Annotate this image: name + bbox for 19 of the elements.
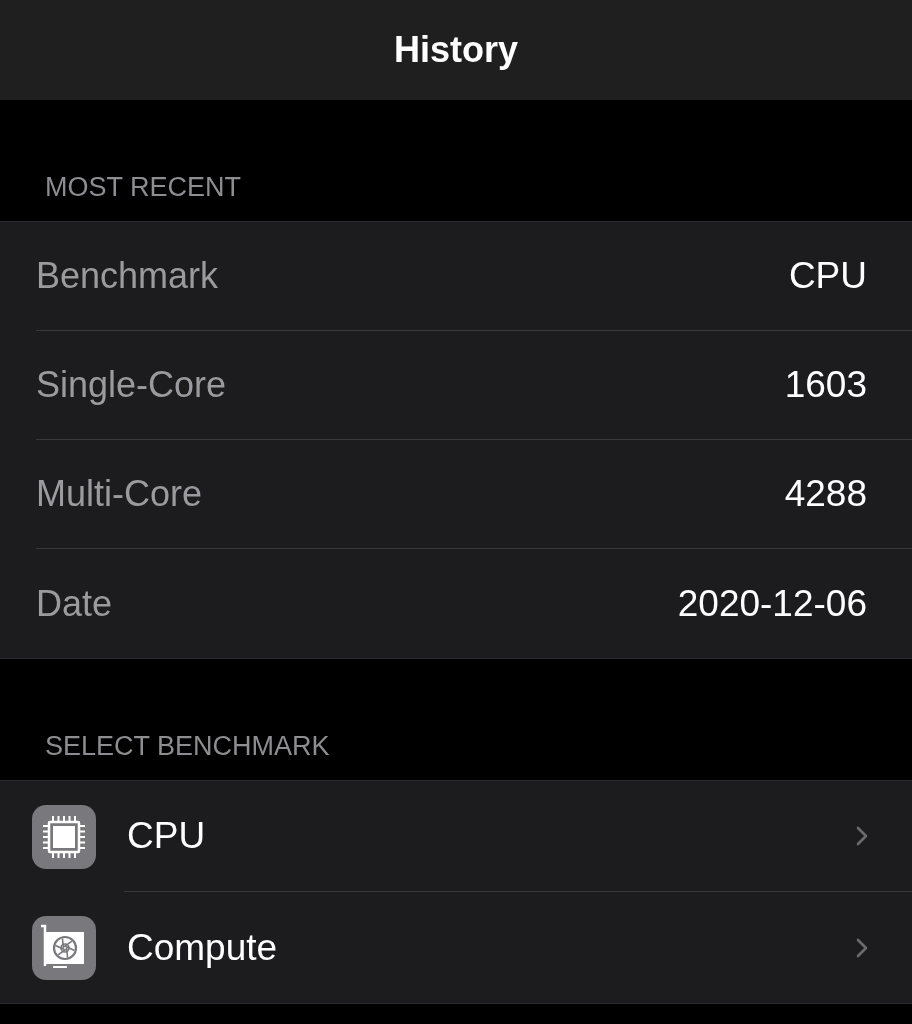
section-header: MOST RECENT — [45, 170, 241, 204]
row-label: Single-Core — [36, 363, 227, 407]
chevron-right-icon — [856, 937, 868, 958]
row-value: 2020-12-06 — [677, 581, 867, 626]
navigation-title: History — [394, 28, 518, 72]
benchmark-list-item[interactable]: CPU — [0, 781, 912, 892]
section-header: SELECT BENCHMARK — [45, 729, 330, 763]
chip-icon — [32, 804, 96, 869]
row-value: 1603 — [784, 363, 867, 408]
row-label: Benchmark — [36, 254, 219, 298]
chevron-right-icon — [856, 826, 868, 846]
row-value: CPU — [788, 254, 867, 299]
benchmark-label: Compute — [127, 925, 278, 970]
benchmark-list-item[interactable]: Compute — [0, 892, 912, 1003]
row-label: Date — [36, 581, 113, 626]
graphics-card-icon — [32, 915, 96, 980]
benchmark-label: CPU — [127, 814, 206, 859]
row-label: Multi-Core — [36, 472, 203, 516]
row-value: 4288 — [784, 472, 867, 517]
